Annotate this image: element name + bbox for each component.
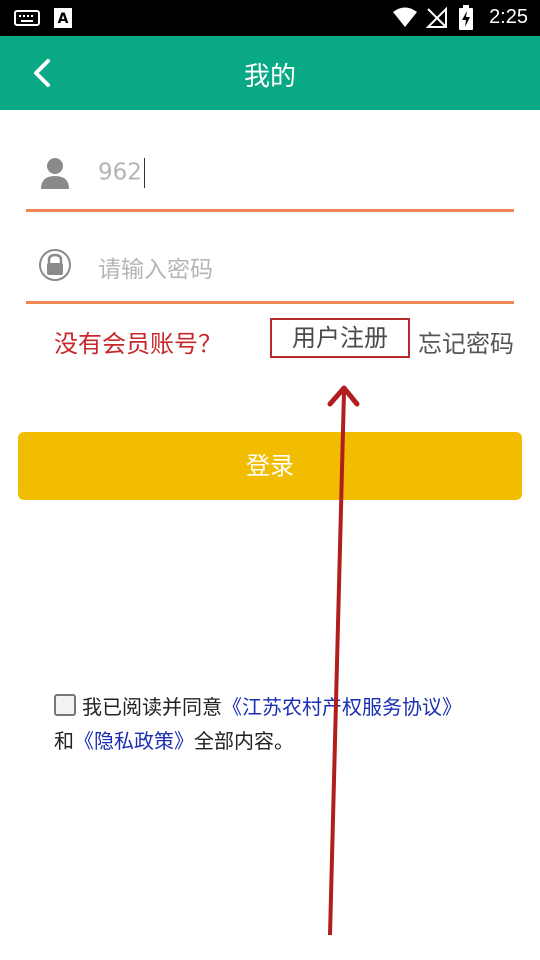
agreement-prefix: 我已阅读并同意 <box>82 695 222 719</box>
service-agreement-link[interactable]: 《江苏农村产权服务协议》 <box>222 695 462 719</box>
username-underline <box>26 209 514 212</box>
page-title: 我的 <box>243 62 296 92</box>
login-button[interactable]: 登录 <box>18 432 522 500</box>
password-underline <box>26 301 514 304</box>
app-bar: 我的 <box>0 36 540 110</box>
agreement-checkbox[interactable] <box>54 694 76 716</box>
svg-text:A: A <box>58 11 69 27</box>
no-account-text: 没有会员账号？ <box>54 330 222 358</box>
register-link[interactable]: 用户注册 <box>270 318 410 358</box>
username-value: 962 <box>98 159 142 186</box>
battery-charging-icon <box>459 5 473 30</box>
username-input[interactable]: 962 <box>98 158 146 188</box>
username-field[interactable]: 962 <box>26 142 514 212</box>
wifi-icon <box>393 7 417 27</box>
password-field[interactable]: 请输入密码 <box>26 234 514 304</box>
account-links: 没有会员账号？ 用户注册 忘记密码 <box>14 318 514 360</box>
lock-icon <box>39 249 71 281</box>
status-time: 2:25 <box>489 6 528 28</box>
notification-a-icon: A <box>54 8 72 28</box>
no-signal-icon <box>426 7 447 28</box>
status-bar: A 2:25 <box>0 0 540 36</box>
agreement-text: 我已阅读并同意《江苏农村产权服务协议》和《隐私政策》全部内容。 <box>54 690 474 758</box>
text-cursor <box>143 158 146 188</box>
keyboard-icon <box>14 10 40 26</box>
agreement-suffix: 全部内容。 <box>194 729 294 753</box>
privacy-policy-link[interactable]: 《隐私政策》 <box>74 729 194 753</box>
password-input[interactable]: 请输入密码 <box>98 250 213 284</box>
agreement-and: 和 <box>54 729 74 753</box>
forgot-password-link[interactable]: 忘记密码 <box>418 324 514 359</box>
user-icon <box>41 158 69 189</box>
